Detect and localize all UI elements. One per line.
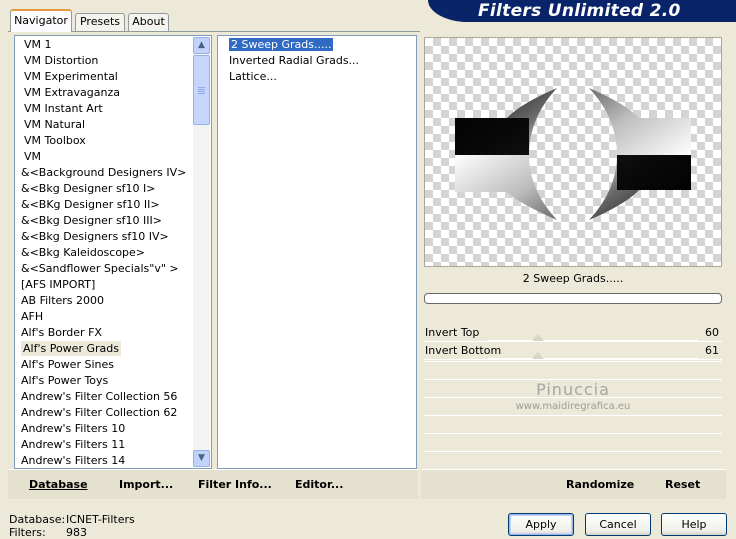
database-button[interactable]: Database: [29, 478, 88, 491]
randomize-button[interactable]: Randomize: [566, 478, 634, 491]
app-title: Filters Unlimited 2.0: [478, 1, 681, 21]
reset-button[interactable]: Reset: [665, 478, 700, 491]
category-item[interactable]: Andrew's Filters 11: [16, 437, 193, 453]
param-label: Invert Bottom: [425, 344, 502, 357]
category-item[interactable]: Andrew's Filters 10: [16, 421, 193, 437]
tab-navigator[interactable]: Navigator: [10, 9, 72, 32]
category-item[interactable]: &<Bkg Kaleidoscope>: [16, 245, 193, 261]
category-item[interactable]: Alf's Power Grads: [16, 341, 193, 357]
preview-filter-name: 2 Sweep Grads.....: [522, 272, 624, 285]
category-item[interactable]: VM Experimental: [16, 69, 193, 85]
database-value: ICNET-Filters: [66, 513, 135, 526]
category-item[interactable]: VM Toolbox: [16, 133, 193, 149]
category-item[interactable]: VM Instant Art: [16, 101, 193, 117]
category-item[interactable]: VM: [16, 149, 193, 165]
param-invert-top[interactable]: Invert Top 60: [424, 325, 722, 342]
category-item[interactable]: VM Distortion: [16, 53, 193, 69]
scroll-thumb[interactable]: [193, 55, 210, 125]
category-item[interactable]: [AFS IMPORT]: [16, 277, 193, 293]
category-item[interactable]: Andrew's Filter Collection 62: [16, 405, 193, 421]
param-value: 61: [705, 344, 719, 357]
tab-about[interactable]: About: [128, 13, 169, 31]
scroll-up-button[interactable]: ▲: [193, 37, 210, 54]
filter-item[interactable]: Lattice...: [227, 69, 359, 85]
scroll-down-button[interactable]: ▼: [193, 450, 210, 467]
filters-count-value: 983: [66, 526, 87, 539]
param-empty-row: [424, 451, 722, 468]
database-label: Database:: [9, 513, 66, 526]
filter-item[interactable]: Inverted Radial Grads...: [227, 53, 359, 69]
param-label: Invert Top: [425, 326, 480, 339]
editor-button[interactable]: Editor...: [295, 478, 343, 491]
slider-track[interactable]: [488, 340, 698, 341]
apply-button[interactable]: Apply: [508, 513, 574, 536]
filters-count-label: Filters:: [9, 526, 46, 539]
category-item[interactable]: &<Bkg Designer sf10 I>: [16, 181, 193, 197]
help-button[interactable]: Help: [661, 513, 727, 536]
category-item[interactable]: Alf's Border FX: [16, 325, 193, 341]
param-invert-bottom[interactable]: Invert Bottom 61: [424, 343, 722, 360]
param-value: 60: [705, 326, 719, 339]
category-item[interactable]: AB Filters 2000: [16, 293, 193, 309]
category-item[interactable]: &<BKg Designer sf10 II>: [16, 197, 193, 213]
category-list[interactable]: VM 1 VM Distortion VM Experimental VM Extra…: [14, 35, 212, 469]
category-item[interactable]: Andrew's Filter Collection 56: [16, 389, 193, 405]
filter-list[interactable]: 2 Sweep Grads..... Inverted Radial Grads.…: [217, 35, 417, 469]
category-item[interactable]: &<Background Designers IV>: [16, 165, 193, 181]
category-item[interactable]: Alf's Power Sines: [16, 357, 193, 373]
filter-item[interactable]: 2 Sweep Grads.....: [227, 37, 359, 53]
category-item[interactable]: AFH: [16, 309, 193, 325]
param-empty-row: [424, 361, 722, 378]
category-scrollbar[interactable]: ▲ ▼: [193, 37, 210, 467]
filter-info-button[interactable]: Filter Info...: [198, 478, 272, 491]
slider-track[interactable]: [488, 358, 698, 359]
import-button[interactable]: Import...: [119, 478, 173, 491]
category-item[interactable]: Andrew's Filters 14: [16, 453, 193, 468]
cancel-button[interactable]: Cancel: [585, 513, 651, 536]
preview-image: [424, 37, 722, 267]
watermark-name: Pinuccia: [536, 380, 610, 399]
watermark-url: www.maidiregrafica.eu: [515, 401, 631, 412]
param-empty-row: [424, 433, 722, 450]
category-item[interactable]: Alf's Power Toys: [16, 373, 193, 389]
progress-bar: [424, 293, 722, 304]
param-empty-row: [424, 415, 722, 432]
category-item[interactable]: VM Extravaganza: [16, 85, 193, 101]
slider-thumb[interactable]: [532, 334, 545, 341]
preview-shapes: [455, 88, 691, 220]
category-item[interactable]: VM 1: [16, 37, 193, 53]
category-item[interactable]: &<Bkg Designers sf10 IV>: [16, 229, 193, 245]
slider-thumb[interactable]: [532, 352, 545, 359]
category-item[interactable]: VM Natural: [16, 117, 193, 133]
category-item[interactable]: &<Sandflower Specials"v" >: [16, 261, 193, 277]
tab-presets[interactable]: Presets: [75, 13, 125, 31]
category-item[interactable]: &<Bkg Designer sf10 III>: [16, 213, 193, 229]
